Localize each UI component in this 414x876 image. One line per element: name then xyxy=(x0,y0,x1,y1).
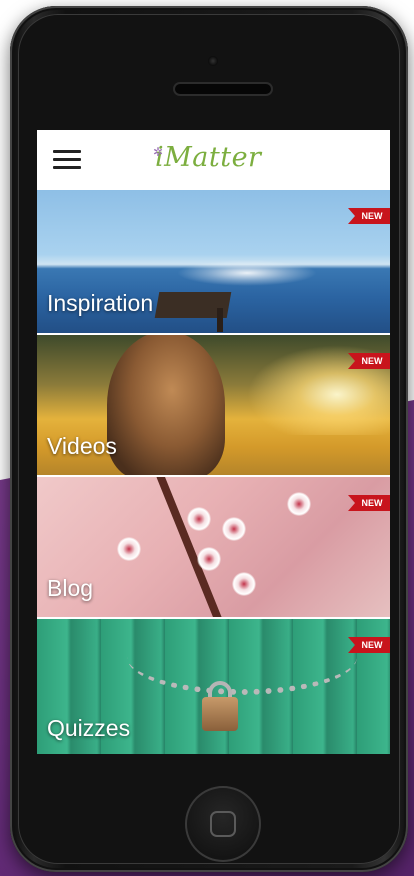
flower-icon: ✲ xyxy=(153,145,164,159)
tile-label-quizzes: Quizzes xyxy=(47,715,131,741)
tile-videos[interactable]: NEW Videos xyxy=(37,335,390,475)
tile-inspiration[interactable]: NEW Inspiration xyxy=(37,190,390,333)
tile-label-inspiration: Inspiration xyxy=(47,290,154,316)
app-screen: ✲ iMatter NEW Inspiration NEW Videos NEW… xyxy=(37,130,390,754)
bench-leg-shape xyxy=(217,308,223,332)
home-button[interactable] xyxy=(185,786,261,862)
app-header: ✲ iMatter xyxy=(37,130,390,188)
home-button-icon xyxy=(210,811,236,837)
sea-sparkle xyxy=(177,260,317,286)
chain-shape xyxy=(127,619,357,695)
new-badge: NEW xyxy=(348,495,390,511)
blossom-flower xyxy=(287,492,311,516)
girl-silhouette xyxy=(107,335,225,475)
earpiece-speaker xyxy=(175,84,271,94)
new-badge: NEW xyxy=(348,208,390,224)
blossom-flower xyxy=(222,517,246,541)
tile-blog[interactable]: NEW Blog xyxy=(37,477,390,617)
tile-label-videos: Videos xyxy=(47,433,117,459)
blossom-flower xyxy=(197,547,221,571)
tile-quizzes[interactable]: NEW Quizzes xyxy=(37,619,390,754)
front-camera xyxy=(208,56,218,66)
blossom-flower xyxy=(232,572,256,596)
branch-shape xyxy=(155,477,227,617)
blossom-flower xyxy=(187,507,211,531)
tile-label-blog: Blog xyxy=(47,575,94,601)
blossom-flower xyxy=(117,537,141,561)
padlock-icon xyxy=(202,697,238,731)
logo-text: iMatter xyxy=(155,142,262,173)
app-logo: ✲ iMatter xyxy=(153,138,262,178)
hamburger-menu-icon[interactable] xyxy=(53,150,81,170)
